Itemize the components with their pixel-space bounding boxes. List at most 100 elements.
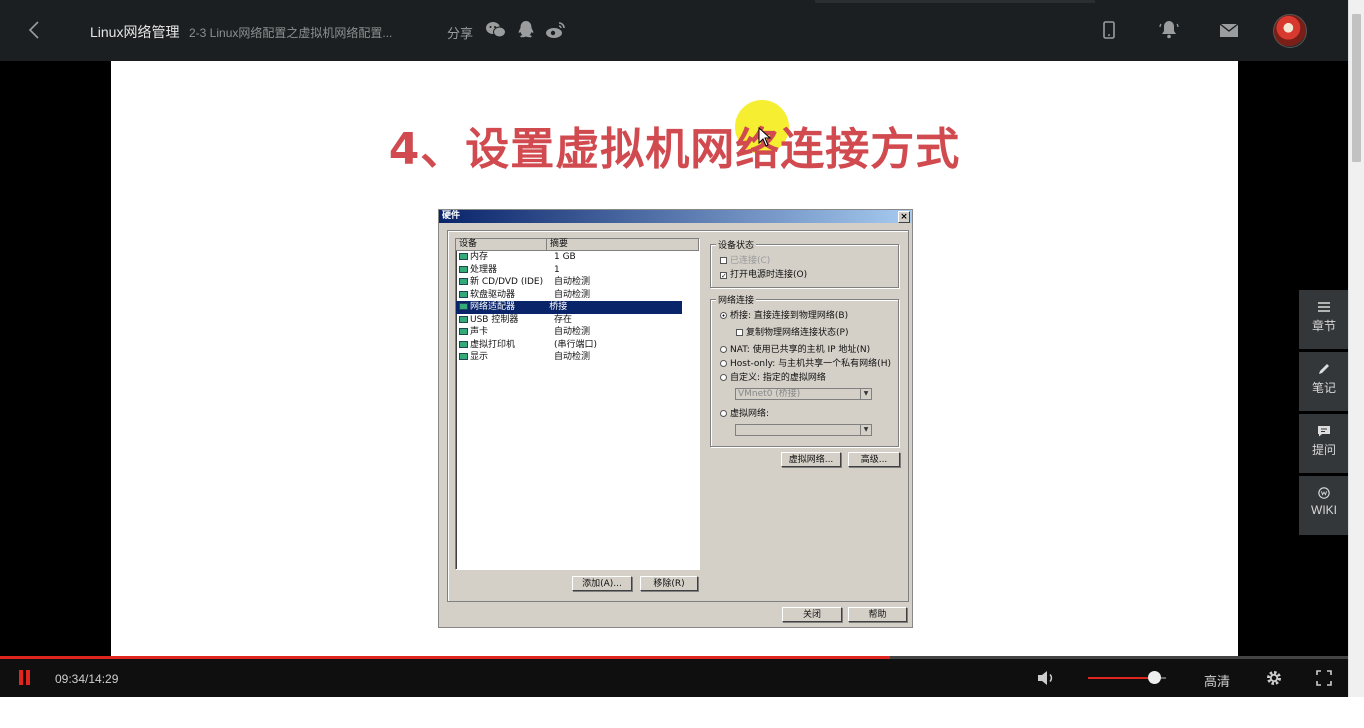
device-row[interactable]: 处理器 1 — [456, 264, 699, 277]
device-row[interactable]: 软盘驱动器 自动检测 — [456, 289, 699, 302]
wechat-icon[interactable] — [484, 18, 508, 42]
device-summary: 存在 — [554, 314, 573, 325]
replicate-label: 复制物理网络连接状态(P) — [746, 328, 849, 338]
device-row[interactable]: 网络适配器 桥接 — [456, 301, 682, 314]
help-button[interactable]: 帮助 — [848, 607, 907, 622]
bridged-radio[interactable]: 桥接: 直接连接到物理网络(B) — [720, 308, 848, 321]
dialog-close-icon[interactable]: × — [898, 211, 910, 223]
device-row[interactable]: 内存 1 GB — [456, 251, 699, 264]
device-summary: 自动检测 — [554, 352, 591, 362]
device-row[interactable]: 虚拟打印机 (串行端口) — [456, 339, 699, 352]
radio-icon — [720, 346, 727, 353]
device-row[interactable]: 显示 自动检测 — [456, 351, 699, 364]
device-name: 显示 — [456, 351, 552, 364]
settings-gear-icon[interactable] — [1265, 669, 1283, 687]
scrollbar-thumb[interactable] — [1352, 14, 1361, 162]
chapters-button[interactable]: 章节 — [1299, 290, 1349, 349]
lan-segment-radio[interactable]: 虚拟网络: — [720, 406, 769, 419]
volume-knob[interactable] — [1148, 671, 1162, 684]
nat-radio[interactable]: NAT: 使用已共享的主机 IP 地址(N) — [720, 342, 870, 355]
device-name-text: 新 CD/DVD (IDE) — [470, 277, 544, 287]
qq-icon[interactable] — [514, 18, 538, 42]
quality-selector[interactable]: 高清 — [1204, 671, 1230, 690]
device-name: 声卡 — [456, 326, 552, 339]
wiki-button[interactable]: WIKI — [1299, 476, 1349, 535]
device-name-text: 处理器 — [470, 264, 498, 275]
notes-button[interactable]: 笔记 — [1299, 352, 1349, 411]
network-conn-label: 网络连接 — [716, 293, 757, 306]
pencil-icon — [1319, 364, 1329, 374]
connected-checkbox[interactable]: 已连接(C) — [720, 253, 770, 266]
device-summary: 1 GB — [554, 252, 576, 262]
mail-icon[interactable] — [1217, 18, 1241, 42]
nat-label: NAT: 使用已共享的主机 IP 地址(N) — [730, 345, 871, 355]
device-icon — [459, 303, 468, 310]
back-arrow-icon[interactable] — [24, 18, 46, 42]
top-strip — [815, 0, 1095, 3]
network-connection-group: 网络连接 桥接: 直接连接到物理网络(B) 复制物理网络连接状态(P) NAT:… — [710, 293, 899, 447]
video-player[interactable]: 4、设置虚拟机网络连接方式 硬件 × 设备 摘要 内存 1 GB 处理器 1 新 CD/… — [0, 61, 1348, 657]
device-icon — [459, 278, 468, 285]
notes-label: 笔记 — [1311, 381, 1336, 395]
questions-label: 提问 — [1311, 443, 1336, 457]
page-bottom — [0, 697, 1364, 728]
dialog-titlebar: 硬件 × — [439, 210, 912, 223]
device-row[interactable]: USB 控制器 存在 — [456, 314, 699, 327]
close-button[interactable]: 关闭 — [782, 607, 842, 622]
lesson-title: 2-3 Linux网络配置之虚拟机网络配置... — [189, 26, 393, 40]
column-summary[interactable]: 摘要 — [547, 239, 699, 250]
hostonly-radio[interactable]: Host-only: 与主机共享一个私有网络(H) — [720, 356, 891, 369]
device-name: 网络适配器 — [456, 301, 547, 314]
device-icon — [459, 328, 468, 335]
slide-frame: 4、设置虚拟机网络连接方式 硬件 × 设备 摘要 内存 1 GB 处理器 1 新 CD/… — [111, 61, 1238, 657]
notification-bell-icon[interactable] — [1157, 18, 1181, 42]
device-list[interactable]: 设备 摘要 内存 1 GB 处理器 1 新 CD/DVD (IDE) 自动检测 软盘驱动器自… — [455, 238, 700, 570]
virtual-network-button[interactable]: 虚拟网络... — [781, 452, 841, 467]
device-icon — [459, 315, 468, 323]
custom-label: 自定义: 指定的虚拟网络 — [730, 373, 826, 383]
checkbox-icon — [720, 257, 727, 264]
volume-fill — [1088, 677, 1155, 679]
user-avatar[interactable] — [1273, 14, 1307, 48]
device-row[interactable]: 新 CD/DVD (IDE) 自动检测 — [456, 276, 699, 289]
vmnet-select-value: VMnet0 (桥接) — [738, 389, 801, 399]
device-row[interactable]: 声卡 自动检测 — [456, 326, 699, 339]
add-button[interactable]: 添加(A)... — [572, 576, 632, 591]
device-name: 软盘驱动器 — [456, 289, 552, 302]
device-name-text: 显示 — [470, 352, 489, 362]
connect-on-power-label: 打开电源时连接(O) — [730, 270, 808, 280]
remove-button[interactable]: 移除(R) — [640, 576, 698, 591]
device-summary: 1 — [554, 264, 560, 275]
custom-radio[interactable]: 自定义: 指定的虚拟网络 — [720, 370, 826, 383]
course-title[interactable]: Linux网络管理 — [90, 22, 179, 42]
mobile-icon[interactable] — [1097, 18, 1121, 42]
bridged-label: 桥接: 直接连接到物理网络(B) — [730, 311, 849, 321]
replicate-state-checkbox[interactable]: 复制物理网络连接状态(P) — [736, 325, 848, 338]
device-summary: (串行端口) — [554, 339, 598, 350]
chevron-down-icon: ▼ — [860, 389, 871, 399]
hostonly-label: Host-only: 与主机共享一个私有网络(H) — [730, 359, 891, 369]
device-summary: 自动检测 — [554, 289, 591, 300]
advanced-button[interactable]: 高级... — [848, 452, 900, 467]
volume-slider[interactable] — [1088, 671, 1166, 684]
weibo-icon[interactable] — [544, 18, 568, 42]
device-name-text: 虚拟打印机 — [470, 339, 516, 350]
connect-on-power-checkbox[interactable]: ✓ 打开电源时连接(O) — [720, 267, 807, 280]
page-scrollbar[interactable] — [1348, 0, 1364, 697]
radio-icon — [720, 360, 727, 367]
lan-segment-label: 虚拟网络: — [730, 409, 770, 419]
device-status-group: 设备状态 已连接(C) ✓ 打开电源时连接(O) — [710, 238, 899, 288]
device-rows: 内存 1 GB 处理器 1 新 CD/DVD (IDE) 自动检测 软盘驱动器 自动检测 网络适… — [456, 251, 699, 364]
device-name: 虚拟打印机 — [456, 339, 552, 352]
column-device[interactable]: 设备 — [456, 239, 547, 250]
vmnet-select[interactable]: VMnet0 (桥接) ▼ — [735, 388, 872, 400]
dialog-body: 设备 摘要 内存 1 GB 处理器 1 新 CD/DVD (IDE) 自动检测 软盘驱动器自… — [447, 230, 909, 602]
questions-button[interactable]: 提问 — [1299, 414, 1349, 473]
radio-icon — [720, 374, 727, 381]
fullscreen-icon[interactable] — [1315, 669, 1333, 687]
device-summary: 桥接 — [549, 302, 568, 312]
share-label: 分享 — [447, 26, 474, 41]
lan-segment-select[interactable]: ▼ — [735, 424, 872, 436]
volume-icon[interactable] — [1036, 669, 1056, 687]
pause-icon[interactable] — [18, 670, 32, 686]
